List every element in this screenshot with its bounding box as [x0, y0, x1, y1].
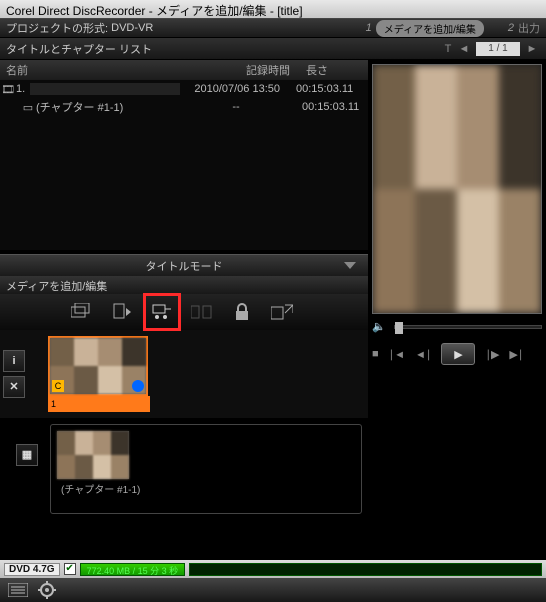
play-button[interactable]: ▶ — [441, 343, 475, 365]
lock-icon[interactable] — [230, 300, 254, 324]
titles-list-label: タイトルとチャプター リスト — [6, 41, 152, 57]
media-add-label: メディアを追加/編集 — [6, 281, 107, 293]
clip-index: 1 — [51, 399, 56, 409]
prev-button[interactable]: ∣◄ — [389, 348, 405, 361]
delete-button[interactable]: ✕ — [3, 376, 25, 398]
step-2-label[interactable]: 出力 — [518, 20, 540, 36]
chapter-icon: ▭ — [20, 101, 36, 114]
step-1-num: 1 — [366, 22, 372, 34]
next-button[interactable]: ▶∣ — [509, 348, 523, 361]
project-format-value: DVD-VR — [111, 22, 153, 34]
dropdown-icon — [344, 262, 356, 269]
step-back-button[interactable]: ◄∣ — [415, 348, 431, 361]
step-1-label[interactable]: メディアを追加/編集 — [376, 20, 484, 37]
chapter-delete-button[interactable]: ▦ — [16, 444, 38, 466]
project-header: プロジェクトの形式: DVD-VR 1 メディアを追加/編集 2 出力 — [0, 18, 546, 38]
titles-subheader: タイトルとチャプター リスト T ◄ 1 / 1 ► — [0, 38, 546, 60]
chapter-length: 00:15:03.11 — [296, 101, 368, 113]
chapter-date: -- — [186, 101, 296, 113]
chapter-group: ▦ (チャプター #1-1) — [50, 424, 362, 514]
window-titlebar: Corel Direct DiscRecorder - メディアを追加/編集 -… — [0, 0, 546, 18]
preview-pane — [372, 64, 542, 314]
stop-button[interactable]: ■ — [372, 348, 379, 360]
project-list-icon[interactable] — [8, 583, 28, 597]
import-disc-icon[interactable] — [110, 300, 134, 324]
col-length: 長さ — [300, 62, 368, 78]
volume-icon[interactable]: 🔈 — [372, 320, 386, 333]
title-row[interactable]: 🎞 1. 2010/07/06 13:50 00:15:03.11 — [0, 80, 368, 98]
clip-badge-play-icon — [132, 380, 144, 392]
disk-usage-text: 772.40 MB / 15 分 3 秒 — [80, 563, 186, 576]
film-icon: 🎞 — [0, 83, 16, 96]
disk-usage-row: DVD 4.7G ✔ 772.40 MB / 15 分 3 秒 — [0, 560, 546, 578]
text-tool-icon[interactable]: T — [440, 41, 456, 57]
mode-bar-label: タイトルモード — [146, 258, 223, 274]
footer-toolbar — [0, 578, 546, 602]
window-title: Corel Direct DiscRecorder - メディアを追加/編集 -… — [6, 4, 303, 18]
seek-slider[interactable] — [394, 325, 542, 329]
mode-bar[interactable]: タイトルモード — [0, 254, 368, 276]
clip-badge-c: C — [52, 380, 64, 392]
transport-controls: ■ ∣◄ ◄∣ ▶ ∣▶ ▶∣ — [372, 343, 542, 365]
media-add-header: メディアを追加/編集 — [0, 276, 368, 294]
chapter-name: (チャプター #1-1) — [36, 99, 186, 115]
step-fwd-button[interactable]: ∣▶ — [485, 348, 499, 361]
clip-strip: 1 — [48, 396, 150, 412]
chapters-icon[interactable] — [190, 300, 214, 324]
step-2-num: 2 — [508, 22, 514, 34]
chapter-caption: (チャプター #1-1) — [57, 479, 355, 498]
disk-usage-bar-empty — [189, 563, 542, 576]
col-recorded: 記録時間 — [190, 62, 300, 78]
page-indicator: 1 / 1 — [476, 42, 520, 56]
disk-type-label[interactable]: DVD 4.7G — [4, 563, 60, 576]
export-icon[interactable] — [270, 300, 294, 324]
add-media-icon[interactable] — [70, 300, 94, 324]
media-toolbar — [0, 294, 368, 330]
disk-check-icon[interactable]: ✔ — [64, 563, 76, 575]
cart-icon[interactable] — [150, 300, 174, 324]
clip-1[interactable]: C 1 — [48, 336, 150, 412]
row-date: 2010/07/06 13:50 — [180, 83, 290, 95]
chapter-thumbnail[interactable] — [57, 431, 129, 479]
row-index: 1. — [16, 83, 30, 95]
col-name: 名前 — [0, 62, 190, 78]
title-thumb-row: i ✕ C 1 — [0, 330, 368, 418]
next-page-icon[interactable]: ► — [524, 41, 540, 57]
title-name-blurred — [30, 83, 180, 95]
info-button[interactable]: i — [3, 350, 25, 372]
project-format-label: プロジェクトの形式: — [6, 20, 108, 36]
chapter-row[interactable]: ▭ (チャプター #1-1) -- 00:15:03.11 — [0, 98, 368, 116]
grid-header: 名前 記録時間 長さ — [0, 60, 368, 80]
settings-icon[interactable] — [38, 581, 56, 599]
prev-page-icon[interactable]: ◄ — [456, 41, 472, 57]
row-length: 00:15:03.11 — [290, 83, 368, 95]
